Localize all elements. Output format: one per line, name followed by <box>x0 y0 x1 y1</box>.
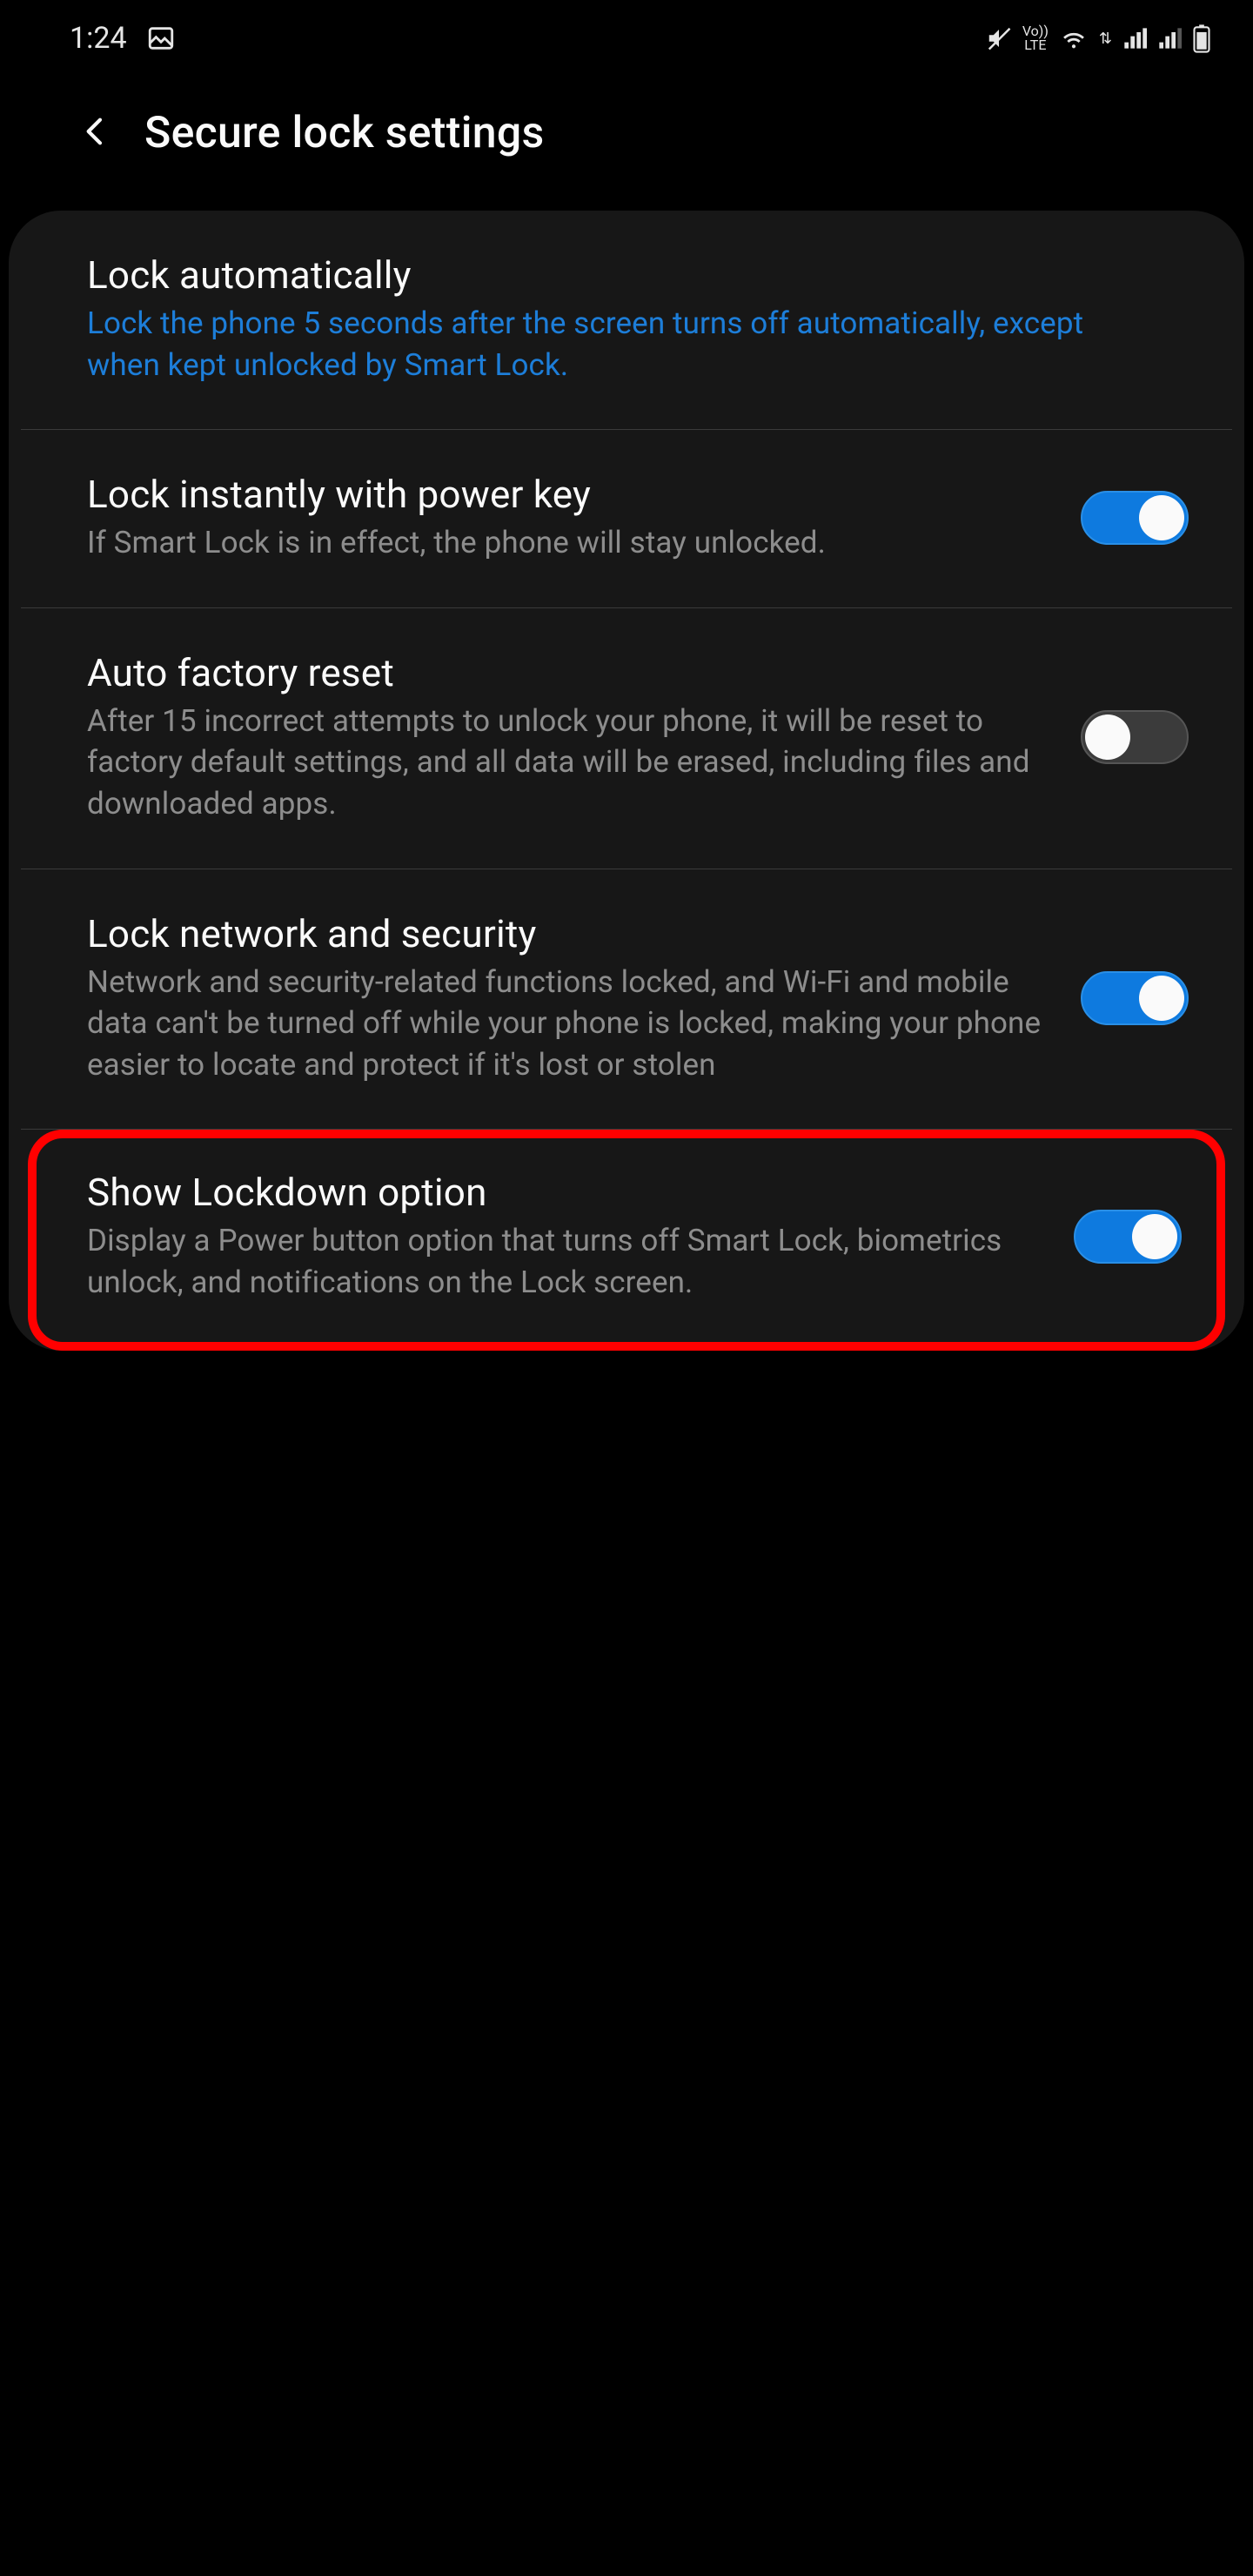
volte-icon: Vo))LTE <box>1022 24 1049 52</box>
setting-show-lockdown-option[interactable]: Show Lockdown option Display a Power but… <box>37 1138 1216 1341</box>
signal-1-icon <box>1122 26 1147 50</box>
status-bar: 1:24 Vo))LTE ⇅ <box>0 0 1253 66</box>
toggle-lock-network-security[interactable] <box>1081 971 1189 1025</box>
settings-panel: Lock automatically Lock the phone 5 seco… <box>9 211 1244 1351</box>
setting-desc: Network and security-related functions l… <box>87 962 1055 1086</box>
clock-text: 1:24 <box>70 21 127 56</box>
toggle-lock-instantly[interactable] <box>1081 491 1189 545</box>
toggle-auto-factory-reset[interactable] <box>1081 710 1189 764</box>
mute-icon <box>986 25 1012 51</box>
toggle-show-lockdown[interactable] <box>1074 1210 1182 1264</box>
setting-auto-factory-reset[interactable]: Auto factory reset After 15 incorrect at… <box>21 608 1232 869</box>
setting-title: Lock instantly with power key <box>87 472 1055 517</box>
setting-title: Lock automatically <box>87 252 1163 298</box>
setting-title: Auto factory reset <box>87 650 1055 695</box>
signal-2-icon <box>1157 26 1182 50</box>
setting-title: Show Lockdown option <box>87 1170 1048 1215</box>
data-arrows-icon: ⇅ <box>1099 30 1112 48</box>
highlight-box: Show Lockdown option Display a Power but… <box>28 1130 1225 1350</box>
status-bar-left: 1:24 <box>70 21 176 56</box>
setting-text: Lock automatically Lock the phone 5 seco… <box>87 252 1189 386</box>
setting-desc: Display a Power button option that turns… <box>87 1220 1048 1303</box>
battery-icon <box>1192 23 1211 53</box>
setting-text: Auto factory reset After 15 incorrect at… <box>87 650 1081 825</box>
setting-text: Lock instantly with power key If Smart L… <box>87 472 1081 564</box>
setting-text: Lock network and security Network and se… <box>87 911 1081 1086</box>
setting-desc: Lock the phone 5 seconds after the scree… <box>87 303 1163 386</box>
back-icon[interactable] <box>78 114 113 152</box>
setting-desc: If Smart Lock is in effect, the phone wi… <box>87 522 1055 564</box>
setting-lock-automatically[interactable]: Lock automatically Lock the phone 5 seco… <box>21 211 1232 430</box>
wifi-icon <box>1059 23 1089 53</box>
page-title: Secure lock settings <box>144 108 545 158</box>
status-bar-right: Vo))LTE ⇅ <box>986 23 1211 53</box>
setting-title: Lock network and security <box>87 911 1055 956</box>
setting-text: Show Lockdown option Display a Power but… <box>87 1170 1074 1303</box>
setting-desc: After 15 incorrect attempts to unlock yo… <box>87 701 1055 825</box>
setting-lock-instantly-power-key[interactable]: Lock instantly with power key If Smart L… <box>21 430 1232 608</box>
app-header: Secure lock settings <box>0 66 1253 211</box>
setting-lock-network-security[interactable]: Lock network and security Network and se… <box>21 869 1232 1130</box>
picture-icon <box>146 23 176 53</box>
